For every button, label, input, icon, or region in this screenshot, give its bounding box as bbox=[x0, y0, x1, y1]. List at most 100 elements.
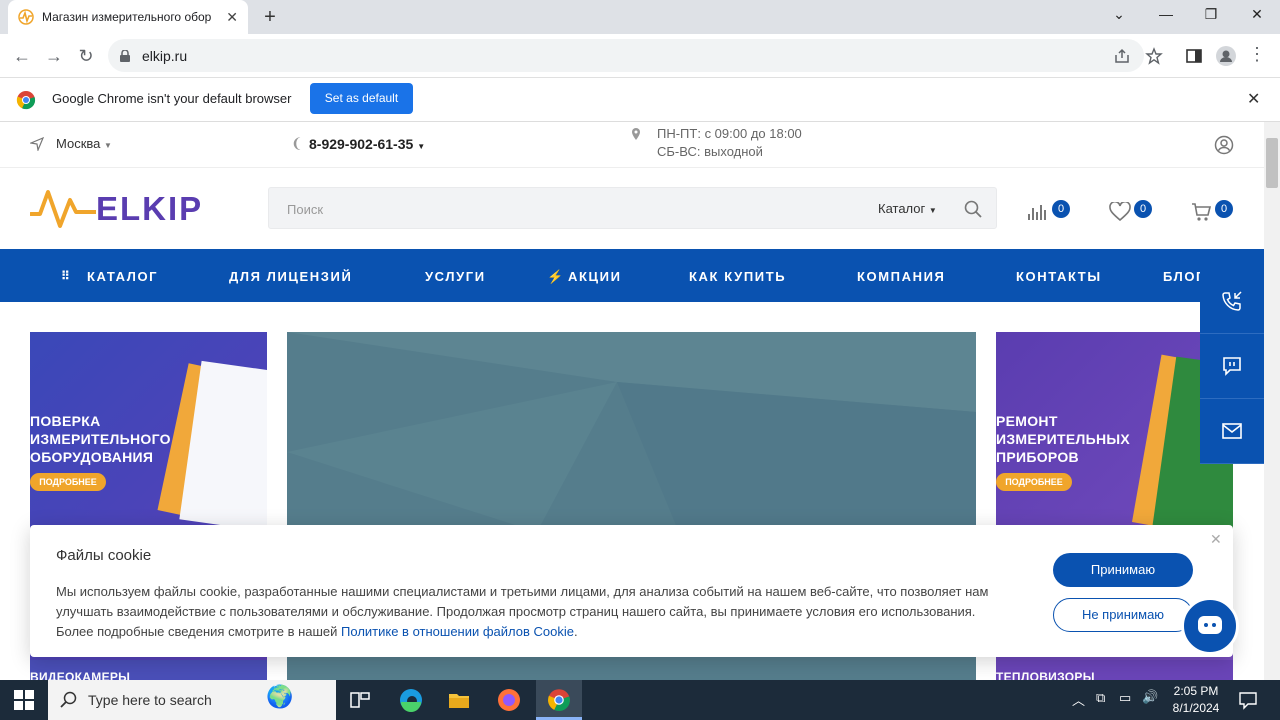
taskbar-chrome-active[interactable] bbox=[536, 680, 582, 720]
banner-right-line1: РЕМОНТ bbox=[996, 413, 1058, 429]
lock-icon bbox=[120, 49, 130, 62]
side-panel-icon[interactable] bbox=[1185, 47, 1203, 65]
hours-weekend: СБ-ВС: выходной bbox=[657, 144, 763, 159]
cookie-tail: . bbox=[574, 624, 578, 639]
banner-right-more-button[interactable]: ПОДРОБНЕЕ bbox=[996, 473, 1072, 491]
taskbar-search-box[interactable]: Type here to search 🌍 bbox=[48, 680, 336, 720]
edge-browser-icon[interactable] bbox=[399, 688, 423, 712]
browser-tab[interactable]: Магазин измерительного обор ✕ bbox=[8, 0, 248, 34]
chat-widget-button[interactable] bbox=[1181, 597, 1239, 655]
location-arrow-icon bbox=[30, 137, 44, 151]
banner-left-more-button[interactable]: ПОДРОБНЕЕ bbox=[30, 473, 106, 491]
banner-thermal[interactable]: ТЕПЛОВИЗОРЫ bbox=[996, 660, 1233, 680]
city-name: Москва bbox=[56, 136, 101, 151]
reload-icon[interactable]: ↻ bbox=[75, 46, 97, 67]
site-search-box[interactable]: Поиск Каталог ▼ bbox=[268, 187, 997, 229]
banner-left-line1: ПОВЕРКА bbox=[30, 413, 101, 429]
page-scrollbar[interactable] bbox=[1264, 122, 1280, 680]
windows-start-icon[interactable] bbox=[14, 690, 34, 710]
taskbar-search-icon bbox=[60, 691, 77, 708]
main-navigation: ⠿ КАТАЛОГ ДЛЯ ЛИЦЕНЗИЙ УСЛУГИ ⚡ АКЦИИ КА… bbox=[0, 249, 1264, 302]
site-logo[interactable]: ELKIP bbox=[30, 186, 210, 232]
map-pin-icon bbox=[632, 128, 640, 140]
task-view-icon[interactable] bbox=[348, 688, 372, 712]
search-highlight-globe-icon: 🌍 bbox=[266, 684, 294, 709]
infobar-close-icon[interactable]: ✕ bbox=[1247, 89, 1260, 109]
notifications-icon[interactable] bbox=[1238, 690, 1258, 710]
file-explorer-icon[interactable] bbox=[447, 688, 471, 712]
compare-icon[interactable] bbox=[1027, 202, 1049, 222]
set-default-button[interactable]: Set as default bbox=[310, 83, 413, 114]
accept-cookies-button[interactable]: Принимаю bbox=[1053, 553, 1193, 587]
search-icon[interactable] bbox=[964, 200, 982, 218]
minimize-icon[interactable]: — bbox=[1155, 6, 1177, 22]
nav-blog[interactable]: БЛОГ bbox=[1163, 269, 1205, 284]
chat-button[interactable] bbox=[1200, 334, 1264, 399]
restore-icon[interactable]: ❐ bbox=[1200, 6, 1222, 23]
nav-licenses[interactable]: ДЛЯ ЛИЦЕНЗИЙ bbox=[229, 269, 352, 284]
decline-cookies-button[interactable]: Не принимаю bbox=[1053, 598, 1193, 632]
cart-icon[interactable] bbox=[1191, 202, 1213, 222]
firefox-icon[interactable] bbox=[497, 688, 521, 712]
tray-display-icon[interactable]: ▭ bbox=[1119, 690, 1131, 706]
nav-promotions[interactable]: АКЦИИ bbox=[568, 269, 622, 284]
default-browser-infobar: Google Chrome isn't your default browser bbox=[0, 78, 1280, 122]
cookie-text: Мы используем файлы cookie, разработанны… bbox=[56, 582, 1016, 642]
banner-cameras[interactable]: ВИДЕОКАМЕРЫ bbox=[30, 660, 267, 680]
banner-right-line3: ПРИБОРОВ bbox=[996, 449, 1079, 465]
divider bbox=[0, 167, 1264, 168]
forward-icon[interactable]: → bbox=[43, 46, 65, 67]
tab-close-icon[interactable]: ✕ bbox=[226, 9, 238, 26]
cookie-consent-dialog: Файлы cookie Мы используем файлы cookie,… bbox=[30, 525, 1233, 657]
tray-chevron-icon[interactable]: ︿ bbox=[1072, 690, 1085, 709]
banner-left-line2: ИЗМЕРИТЕЛЬНОГО bbox=[30, 431, 171, 447]
new-tab-icon[interactable]: + bbox=[258, 6, 282, 28]
phone-callback-icon bbox=[1222, 291, 1242, 311]
bookmark-star-icon[interactable] bbox=[1145, 47, 1163, 65]
tab-search-icon[interactable]: ⌄ bbox=[1108, 6, 1130, 23]
logo-text: ELKIP bbox=[96, 190, 204, 227]
nav-catalog[interactable]: КАТАЛОГ bbox=[87, 269, 158, 284]
web-page: Москва ▼ ❨ 8-929-902-61-35 ▼ ПН-ПТ: с 09… bbox=[0, 122, 1264, 680]
cookie-title: Файлы cookie bbox=[56, 547, 152, 564]
address-bar[interactable]: elkip.ru bbox=[108, 39, 1144, 72]
clock-date: 8/1/2024 bbox=[1172, 701, 1220, 715]
nav-services[interactable]: УСЛУГИ bbox=[425, 269, 486, 284]
city-selector[interactable]: Москва ▼ bbox=[56, 136, 112, 151]
slider-bottom bbox=[287, 660, 976, 680]
cart-count-badge: 0 bbox=[1215, 200, 1233, 218]
cookie-policy-link[interactable]: Политике в отношении файлов Cookie bbox=[341, 624, 574, 639]
taskbar-clock[interactable]: 2:05 PM 8/1/2024 bbox=[1166, 683, 1226, 717]
share-icon[interactable] bbox=[1113, 47, 1131, 65]
tray-volume-icon[interactable]: 🔊 bbox=[1142, 689, 1158, 705]
phone-text: 8-929-902-61-35 bbox=[309, 136, 414, 152]
phone-number[interactable]: 8-929-902-61-35 ▼ bbox=[309, 136, 425, 152]
email-button[interactable] bbox=[1200, 399, 1264, 464]
search-catalog-label: Каталог bbox=[878, 201, 926, 216]
lightning-icon: ⚡ bbox=[547, 269, 564, 284]
close-window-icon[interactable]: ✕ bbox=[1246, 6, 1268, 23]
favorites-heart-icon[interactable] bbox=[1109, 202, 1131, 222]
nav-company[interactable]: КОМПАНИЯ bbox=[857, 269, 945, 284]
site-favicon-icon bbox=[18, 9, 34, 25]
clock-time: 2:05 PM bbox=[1173, 684, 1219, 698]
profile-avatar-icon[interactable] bbox=[1216, 46, 1236, 66]
chrome-menu-icon[interactable]: ⋮ bbox=[1246, 44, 1268, 65]
search-catalog-dropdown[interactable]: Каталог ▼ bbox=[878, 201, 937, 216]
callback-button[interactable] bbox=[1200, 269, 1264, 334]
infobar-message: Google Chrome isn't your default browser bbox=[52, 91, 292, 106]
scrollbar-thumb[interactable] bbox=[1266, 138, 1278, 188]
banner-cameras-label: ВИДЕОКАМЕРЫ bbox=[30, 670, 131, 680]
cookie-close-icon[interactable]: ✕ bbox=[1210, 531, 1222, 548]
nav-contacts[interactable]: КОНТАКТЫ bbox=[1016, 269, 1102, 284]
banner-left-line3: ОБОРУДОВАНИЯ bbox=[30, 449, 154, 465]
tray-network-icon[interactable]: ⧉ bbox=[1096, 690, 1105, 706]
user-account-icon[interactable] bbox=[1214, 135, 1234, 155]
tab-title: Магазин измерительного обор bbox=[42, 10, 212, 24]
back-icon[interactable]: ← bbox=[11, 46, 33, 67]
banner-thermal-label: ТЕПЛОВИЗОРЫ bbox=[996, 670, 1095, 680]
nav-how-to-buy[interactable]: КАК КУПИТЬ bbox=[689, 269, 786, 284]
hours-weekdays: ПН-ПТ: с 09:00 до 18:00 bbox=[657, 126, 802, 141]
chrome-taskbar-icon bbox=[548, 689, 570, 712]
logo-wave-icon bbox=[30, 190, 96, 228]
